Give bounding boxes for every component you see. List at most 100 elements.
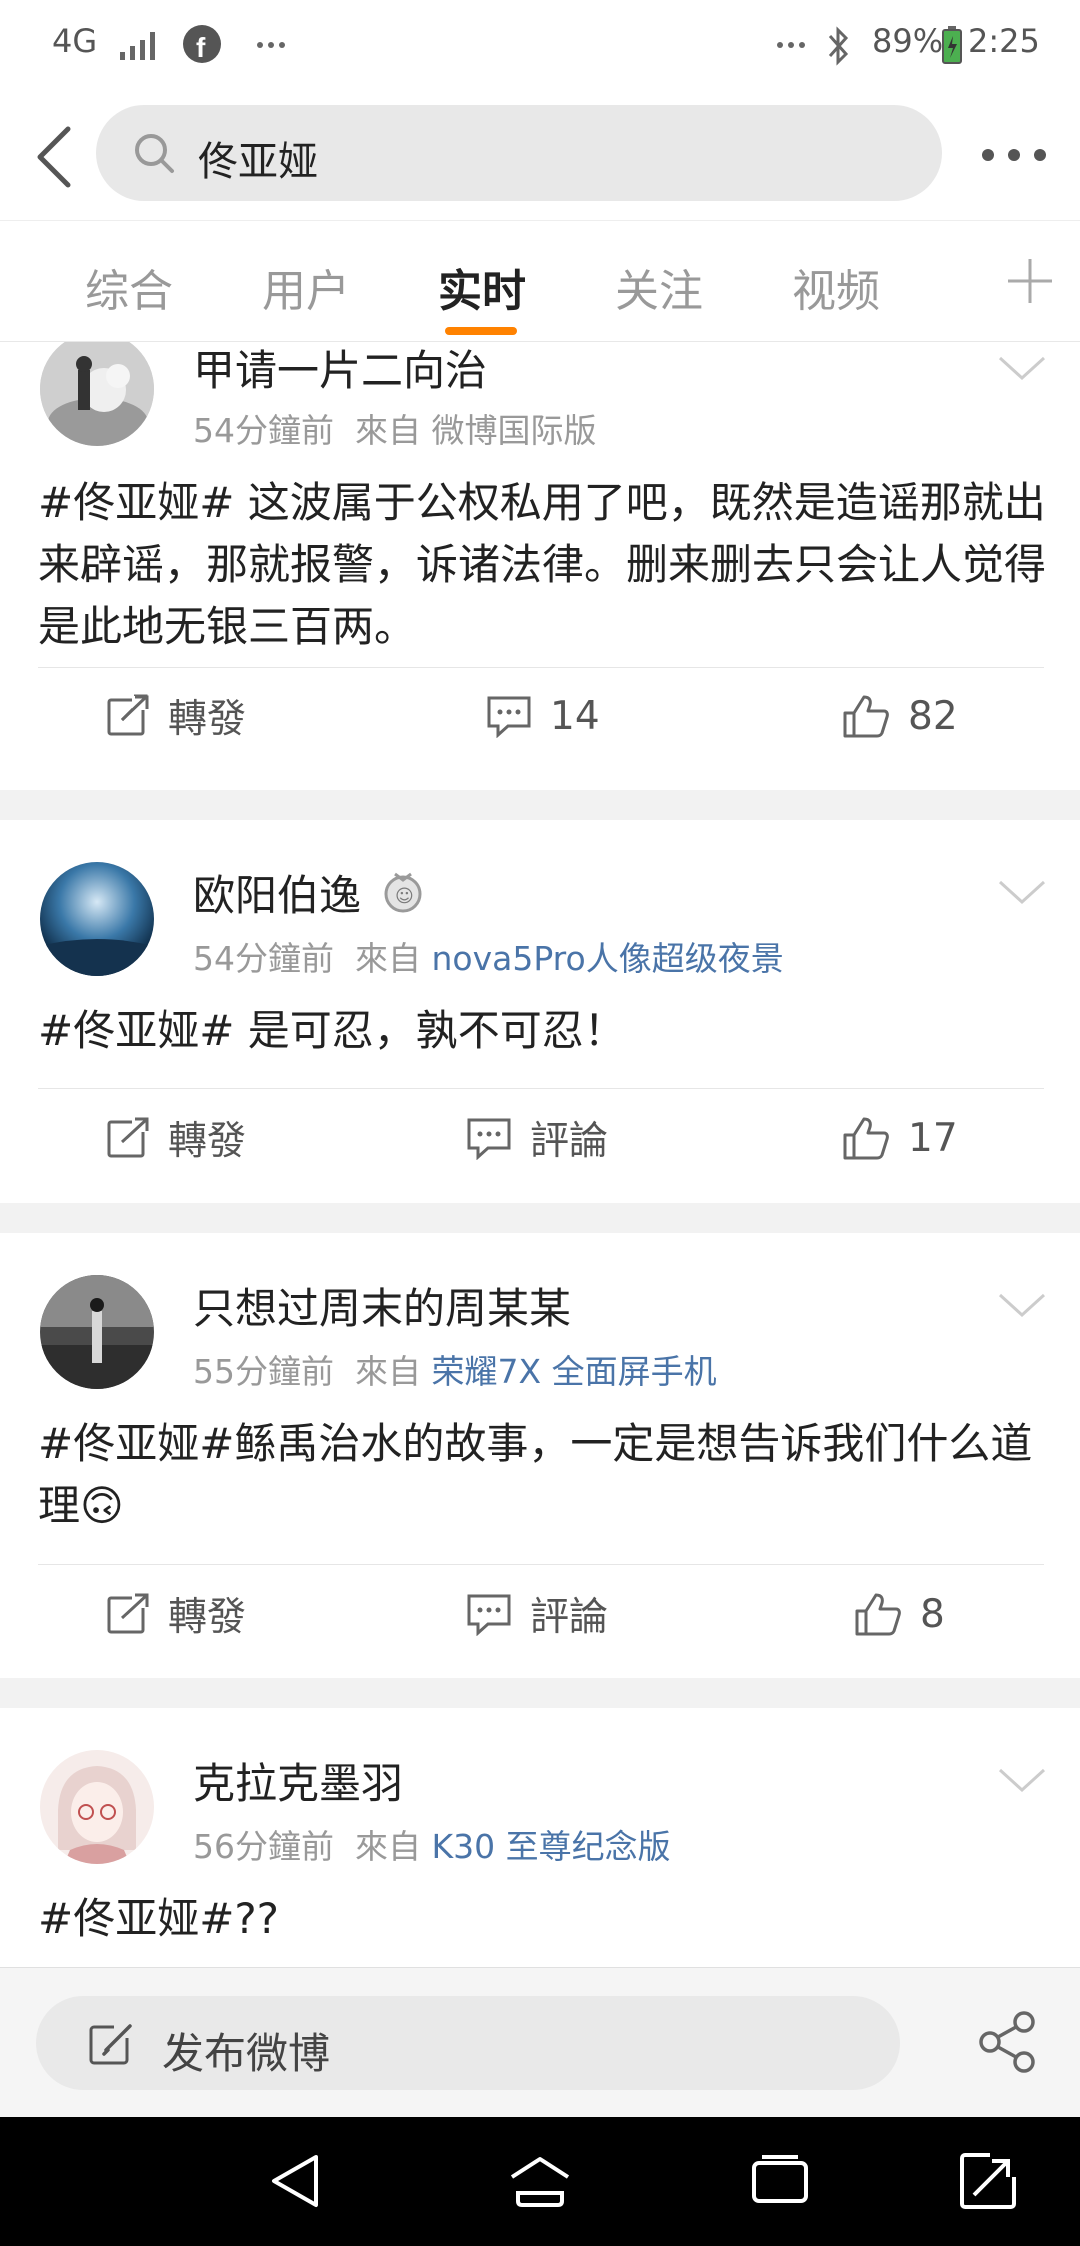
repost-label: 轉發	[168, 1119, 247, 1164]
nav-expand-button[interactable]	[956, 2149, 1020, 2213]
back-button[interactable]	[24, 117, 94, 197]
tab-video[interactable]: 视频	[792, 255, 880, 319]
from-label: 來自	[354, 411, 421, 450]
more-options-button[interactable]	[978, 125, 1050, 185]
search-icon	[135, 134, 174, 173]
from-label: 來自	[354, 939, 421, 978]
comment-button[interactable]: 14	[486, 681, 600, 751]
tab-following[interactable]: 关注	[615, 255, 703, 319]
facebook-icon: f	[183, 25, 221, 63]
post-card[interactable]: 只想过周末的周某某 55分鐘前 來自 荣耀7X 全面屏手机 #佟亚娅#鲧禹治水的…	[0, 1233, 1080, 1678]
like-count: 8	[920, 1591, 945, 1637]
post-meta: 54分鐘前 來自 nova5Pro人像超级夜景	[193, 932, 784, 980]
post-time: 54分鐘前	[193, 939, 334, 978]
divider	[38, 1088, 1044, 1089]
nav-home-button[interactable]	[508, 2149, 572, 2213]
post-time: 54分鐘前	[193, 411, 334, 450]
battery-icon	[942, 26, 962, 64]
back-triangle-icon	[272, 2155, 318, 2207]
more-dots-icon	[982, 149, 1046, 161]
share-button[interactable]	[974, 2008, 1042, 2076]
expand-icon	[960, 2151, 1016, 2209]
search-query: 佟亚娅	[198, 139, 318, 185]
post-meta: 56分鐘前 來自 K30 至尊纪念版	[193, 1820, 671, 1868]
share-icon	[979, 2011, 1035, 2073]
chevron-down-icon[interactable]	[994, 872, 1050, 912]
nav-recents-button[interactable]	[748, 2149, 812, 2213]
post-text: #佟亚娅#鲧禹治水的故事，一定是想告诉我们什么道理🙃	[38, 1419, 1033, 1530]
signal-icon	[120, 32, 155, 60]
comment-icon	[467, 1118, 511, 1160]
repost-label: 轉發	[168, 697, 247, 742]
nav-back-button[interactable]	[266, 2149, 330, 2213]
avatar[interactable]	[40, 862, 154, 976]
thumbs-up-icon	[843, 1117, 889, 1160]
active-tab-indicator	[445, 327, 517, 335]
chevron-down-icon[interactable]	[994, 348, 1050, 388]
username[interactable]: 甲请一片二向治	[193, 342, 487, 398]
post-source-link[interactable]: nova5Pro人像超级夜景	[431, 939, 783, 978]
comment-icon	[487, 696, 531, 738]
tab-users[interactable]: 用户	[262, 255, 350, 319]
thumbs-up-icon	[855, 1593, 901, 1636]
medal-icon: ☺	[384, 872, 422, 913]
tab-comprehensive[interactable]: 综合	[85, 255, 173, 319]
post-source-link[interactable]: K30 至尊纪念版	[431, 1827, 670, 1866]
post-card[interactable]: 甲请一片二向治 54分鐘前 來自 微博国际版 #佟亚娅# 这波属于公权私用了吧，…	[0, 342, 1080, 790]
back-arrow-icon	[37, 126, 71, 188]
like-button[interactable]: 17	[842, 1103, 958, 1173]
thumbs-up-icon	[843, 695, 889, 738]
username[interactable]: 克拉克墨羽	[193, 1750, 403, 1811]
repost-icon	[107, 1117, 149, 1158]
network-indicator: 4G	[52, 22, 98, 60]
system-navigation-bar	[0, 2117, 1080, 2246]
like-button[interactable]: 82	[842, 681, 958, 751]
post-card[interactable]: 克拉克墨羽 56分鐘前 來自 K30 至尊纪念版 #佟亚娅#??	[0, 1708, 1080, 1967]
comment-label: 評論	[530, 1595, 609, 1640]
repost-icon	[107, 1593, 149, 1634]
search-input[interactable]: 佟亚娅	[96, 105, 942, 201]
post-source: 微博国际版	[431, 411, 597, 450]
clock: 2:25	[968, 22, 1040, 60]
add-tab-button[interactable]	[1006, 251, 1054, 311]
comment-label: 評論	[530, 1119, 609, 1164]
divider	[38, 667, 1044, 668]
like-count: 17	[908, 1115, 958, 1161]
repost-button[interactable]: 轉發	[106, 1103, 246, 1173]
username[interactable]: 只想过周末的周某某	[193, 1275, 571, 1336]
compose-button[interactable]: 发布微博	[36, 1996, 900, 2090]
comment-count: 14	[550, 693, 600, 739]
bluetooth-icon	[828, 26, 849, 66]
tab-realtime[interactable]: 实时	[438, 255, 526, 319]
feed: 甲请一片二向治 54分鐘前 來自 微博国际版 #佟亚娅# 这波属于公权私用了吧，…	[0, 342, 1080, 1967]
chevron-down-icon[interactable]	[994, 1760, 1050, 1800]
username[interactable]: 欧阳伯逸	[193, 862, 361, 923]
avatar[interactable]	[40, 342, 154, 446]
compose-bar: 发布微博	[0, 1967, 1080, 2117]
repost-icon	[107, 694, 149, 736]
divider	[38, 1564, 1044, 1565]
status-bar: 4G f 89% 2:25	[0, 0, 1080, 95]
svg-text:f: f	[196, 32, 206, 63]
compose-placeholder: 发布微博	[162, 2029, 331, 2078]
post-card[interactable]: 欧阳伯逸 ☺ 54分鐘前 來自 nova5Pro人像超级夜景 #佟亚娅# 是可忍…	[0, 820, 1080, 1203]
post-text: #佟亚娅# 是可忍，孰不可忍！	[38, 1006, 626, 1055]
comment-icon	[467, 1594, 511, 1636]
more-dots-icon	[257, 42, 285, 48]
post-text: #佟亚娅# 这波属于公权私用了吧，既然是造谣那就出来辟谣，那就报警，诉诸法律。删…	[38, 478, 1047, 651]
avatar[interactable]	[40, 1750, 154, 1864]
post-meta: 54分鐘前 來自 微博国际版	[193, 404, 596, 452]
repost-button[interactable]: 轉發	[106, 681, 246, 751]
post-time: 56分鐘前	[193, 1827, 334, 1866]
repost-button[interactable]: 轉發	[106, 1579, 246, 1649]
like-button[interactable]: 8	[854, 1579, 945, 1649]
post-text: #佟亚娅#??	[38, 1894, 279, 1943]
like-count: 82	[908, 693, 958, 739]
comment-button[interactable]: 評論	[466, 1579, 608, 1649]
home-icon	[510, 2157, 570, 2207]
from-label: 來自	[354, 1827, 421, 1866]
comment-button[interactable]: 評論	[466, 1103, 608, 1173]
chevron-down-icon[interactable]	[994, 1285, 1050, 1325]
tab-bar: 综合 用户 实时 关注 视频	[0, 220, 1080, 342]
battery-percent: 89%	[872, 22, 944, 60]
